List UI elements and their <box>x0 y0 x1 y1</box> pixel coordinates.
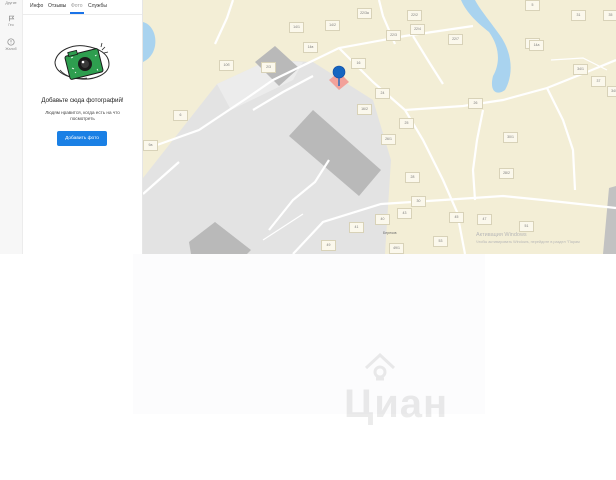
map-view[interactable]: 14/1 14/2 22/3а 22/3 22/2 22/4 14в 16 22… <box>143 0 616 254</box>
rail-item-more[interactable]: Другие <box>0 0 22 5</box>
cian-house-icon <box>364 352 396 381</box>
building-label: 26 <box>468 98 483 109</box>
building-label: 14/2 <box>325 20 340 31</box>
building-label: 10б <box>219 60 234 71</box>
building-label: 14в <box>303 42 318 53</box>
lake-west <box>143 22 156 62</box>
windows-activation-text: Чтобы активировать Windows, перейдите в … <box>476 240 580 244</box>
building-label: 24 <box>375 88 390 99</box>
camera-photo-icon <box>54 42 110 80</box>
building-label: 9а <box>143 140 158 151</box>
building-label: 35 <box>603 10 616 21</box>
flag-icon <box>8 15 14 22</box>
building-label: 40 <box>375 214 390 225</box>
building-label: 43 <box>397 208 412 219</box>
windows-activation-title: Активация Windows <box>476 232 527 238</box>
building-label: 41 <box>349 222 364 233</box>
left-rail: Другие Гео Жалоб <box>0 0 23 254</box>
building-label: 47 <box>477 214 492 225</box>
active-tab-indicator <box>70 12 84 14</box>
building-label: 22/7 <box>448 34 463 45</box>
building-label: 22/2 <box>407 10 422 21</box>
tab-services[interactable]: Службы <box>88 3 107 9</box>
rail-item-complaint[interactable]: Жалоб <box>0 38 22 51</box>
empty-state-text: Людям нравится, когда есть на что посмот… <box>45 110 120 121</box>
building-label: 14а <box>529 40 544 51</box>
brand-watermark: Циан <box>342 352 552 426</box>
building-label: 14/1 <box>289 22 304 33</box>
tab-photos[interactable]: Фото <box>71 3 83 9</box>
building-label: 45 <box>449 212 464 223</box>
complaint-icon <box>7 38 15 46</box>
building-label: 22/3 <box>386 30 401 41</box>
rail-item-geo[interactable]: Гео <box>0 15 22 27</box>
building-label: 22/4 <box>410 24 425 35</box>
tab-reviews[interactable]: Отзывы <box>48 3 66 9</box>
add-photo-button[interactable]: Добавить фото <box>57 131 107 146</box>
rail-item-geo-label: Гео <box>8 23 14 27</box>
brand-watermark-text: Циан <box>344 382 449 426</box>
building-label: 16 <box>351 58 366 69</box>
building-label: 5 <box>525 0 540 11</box>
building-label: 6 <box>173 110 188 121</box>
place-card-panel: Инфо Отзывы Фото Службы Добавьте сюда фо… <box>23 0 143 254</box>
windows-activation-watermark: Активация Windows Чтобы активировать Win… <box>476 232 580 246</box>
tab-info[interactable]: Инфо <box>30 3 43 9</box>
building-label: 22/3а <box>357 8 372 19</box>
building-label: 25 <box>399 118 414 129</box>
building-label: 2/3 <box>261 62 276 73</box>
building-label: 53 <box>433 236 448 247</box>
building-label: 49 <box>321 240 336 251</box>
building-label: 34/1 <box>573 64 588 75</box>
street-label: Березов <box>383 231 397 235</box>
rail-item-complaint-label: Жалоб <box>5 47 17 51</box>
building-label: 37 <box>591 76 606 87</box>
map-pin-icon[interactable] <box>332 65 346 87</box>
building-label: 31 <box>571 10 586 21</box>
building-label: 49/1 <box>389 243 404 254</box>
building-label: 28/2 <box>499 168 514 179</box>
pond-north <box>461 0 511 93</box>
panel-tabs: Инфо Отзывы Фото Службы <box>23 0 142 15</box>
building-label: 16/2 <box>357 104 372 115</box>
rail-item-more-label: Другие <box>5 1 17 5</box>
building-label: 51 <box>519 221 534 232</box>
building-label: 26/1 <box>381 134 396 145</box>
building-label: 34/3 <box>607 86 616 97</box>
empty-state-title: Добавьте сюда фотографий! <box>41 97 124 104</box>
building-label: 30 <box>411 196 426 207</box>
building-label: 28 <box>405 172 420 183</box>
building-label: 30/1 <box>503 132 518 143</box>
